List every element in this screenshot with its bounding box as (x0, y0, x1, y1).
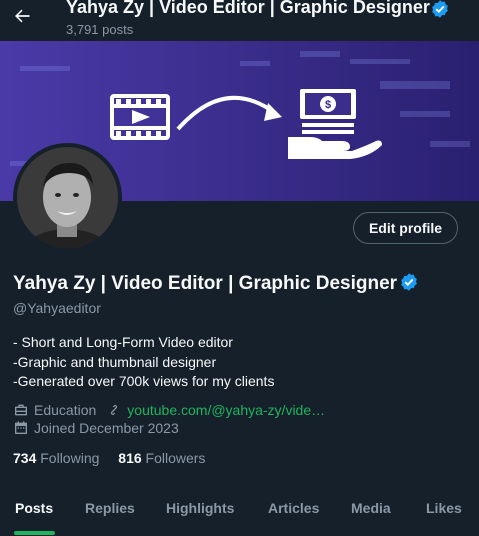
tab-replies[interactable]: Replies (85, 500, 135, 516)
posts-count: 3,791 posts (66, 22, 134, 37)
tab-posts[interactable]: Posts (15, 500, 53, 516)
profile-tabs: Posts Replies Highlights Articles Media … (0, 486, 479, 536)
following-label: Following (40, 450, 100, 466)
tab-highlights[interactable]: Highlights (166, 500, 234, 516)
followers-count: 816 (118, 450, 142, 466)
profile-meta: Education youtube.com/@yahya-zy/vide… (13, 402, 325, 418)
avatar-photo (17, 147, 118, 248)
svg-text:$: $ (325, 99, 331, 111)
tab-likes[interactable]: Likes (426, 500, 462, 516)
profile-joined: Joined December 2023 (13, 420, 179, 436)
followers-link[interactable]: 816 Followers (118, 450, 205, 466)
bio-line: - Short and Long-Form Video editor (13, 334, 233, 350)
top-bar: Yahya Zy | Video Editor | Graphic Design… (0, 0, 479, 41)
profile-avatar[interactable] (13, 143, 122, 252)
profile-name: Yahya Zy | Video Editor | Graphic Design… (13, 272, 419, 295)
page-title: Yahya Zy | Video Editor | Graphic Design… (66, 0, 470, 19)
profile-handle: @Yahyaeditor (13, 300, 101, 316)
verified-badge-icon (432, 0, 448, 18)
profile-website-link[interactable]: youtube.com/@yahya-zy/vide… (127, 402, 325, 418)
profile-name-text: Yahya Zy | Video Editor | Graphic Design… (13, 273, 398, 294)
bio-line: -Graphic and thumbnail designer (13, 353, 217, 370)
profile-bio: - Short and Long-Form Video editor -Grap… (13, 333, 274, 392)
page-title-text: Yahya Zy | Video Editor | Graphic Design… (66, 0, 430, 17)
profile-category: Education (34, 402, 97, 418)
verified-badge-icon (401, 273, 417, 291)
edit-profile-button[interactable]: Edit profile (353, 212, 458, 244)
bio-line: -Generated over 700k views for my client… (13, 373, 275, 389)
followers-label: Followers (145, 450, 206, 466)
tab-media[interactable]: Media (351, 500, 391, 516)
following-link[interactable]: 734 Following (13, 450, 99, 466)
active-tab-indicator (14, 531, 55, 535)
back-arrow-icon[interactable] (12, 6, 32, 26)
tab-articles[interactable]: Articles (268, 500, 319, 516)
link-icon (111, 405, 118, 415)
following-count: 734 (13, 450, 37, 466)
briefcase-icon (15, 404, 27, 416)
calendar-icon (15, 421, 27, 434)
joined-date: Joined December 2023 (34, 420, 179, 436)
follow-stats: 734 Following 816 Followers (13, 450, 220, 466)
